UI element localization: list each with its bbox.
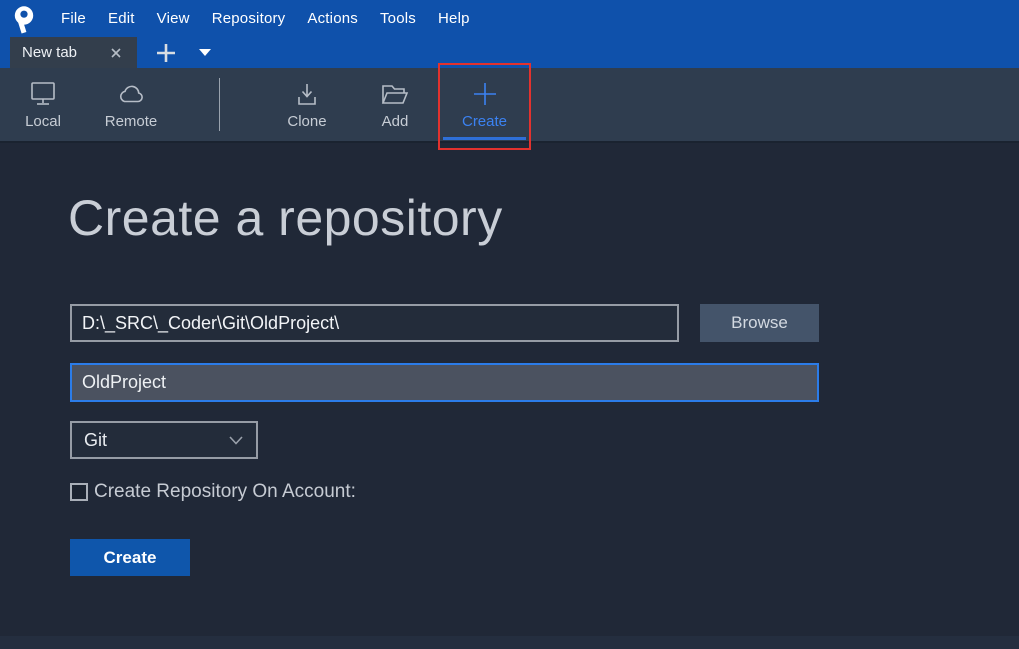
toolbar: Local Remote Clone Add <box>0 68 1019 143</box>
vcs-type-value: Git <box>84 430 228 451</box>
chevron-down-icon <box>199 49 211 56</box>
plus-icon <box>155 42 177 64</box>
menu-actions[interactable]: Actions <box>296 2 369 35</box>
open-folder-icon <box>379 80 411 108</box>
tab-new-tab[interactable]: New tab <box>10 37 137 68</box>
toolbar-remote-button[interactable]: Remote <box>92 68 170 141</box>
toolbar-remote-label: Remote <box>105 113 158 130</box>
browse-button[interactable]: Browse <box>700 304 819 342</box>
tab-label: New tab <box>22 44 107 61</box>
toolbar-add-label: Add <box>382 113 409 130</box>
page-title: Create a repository <box>68 189 503 247</box>
chevron-down-icon <box>228 435 244 446</box>
active-tool-indicator <box>443 137 526 140</box>
create-on-account-checkbox[interactable] <box>70 483 88 501</box>
toolbar-local-button[interactable]: Local <box>10 68 76 141</box>
create-button[interactable]: Create <box>70 539 190 576</box>
toolbar-clone-button[interactable]: Clone <box>268 68 346 141</box>
toolbar-local-label: Local <box>25 113 61 130</box>
plus-icon <box>470 80 500 108</box>
tab-close-icon[interactable] <box>107 44 125 62</box>
sourcetree-logo-icon <box>10 5 36 35</box>
account-option-row: Create Repository On Account: <box>70 481 356 503</box>
menu-bar: File Edit View Repository Actions Tools … <box>50 2 481 35</box>
menu-view[interactable]: View <box>146 2 201 35</box>
toolbar-create-label: Create <box>462 113 507 130</box>
tab-bar: New tab <box>0 37 1019 68</box>
toolbar-add-button[interactable]: Add <box>360 68 430 141</box>
menu-file[interactable]: File <box>50 2 97 35</box>
create-repository-panel: Create a repository Browse Git Create Re… <box>0 145 1019 636</box>
download-icon <box>292 80 322 108</box>
tab-list-dropdown-button[interactable] <box>189 37 221 68</box>
vcs-type-select[interactable]: Git <box>70 421 258 459</box>
create-on-account-label: Create Repository On Account: <box>94 481 356 503</box>
toolbar-clone-label: Clone <box>287 113 326 130</box>
monitor-icon <box>28 80 58 108</box>
toolbar-divider <box>219 78 220 131</box>
repository-name-input[interactable] <box>70 363 819 402</box>
menu-edit[interactable]: Edit <box>97 2 146 35</box>
menu-tools[interactable]: Tools <box>369 2 427 35</box>
status-bar <box>0 636 1019 649</box>
menu-repository[interactable]: Repository <box>201 2 297 35</box>
toolbar-create-button[interactable]: Create <box>441 68 528 141</box>
new-tab-button[interactable] <box>143 37 189 68</box>
title-bar: File Edit View Repository Actions Tools … <box>0 0 1019 37</box>
app-window: File Edit View Repository Actions Tools … <box>0 0 1019 649</box>
menu-help[interactable]: Help <box>427 2 481 35</box>
destination-path-input[interactable] <box>70 304 679 342</box>
cloud-icon <box>115 80 147 108</box>
